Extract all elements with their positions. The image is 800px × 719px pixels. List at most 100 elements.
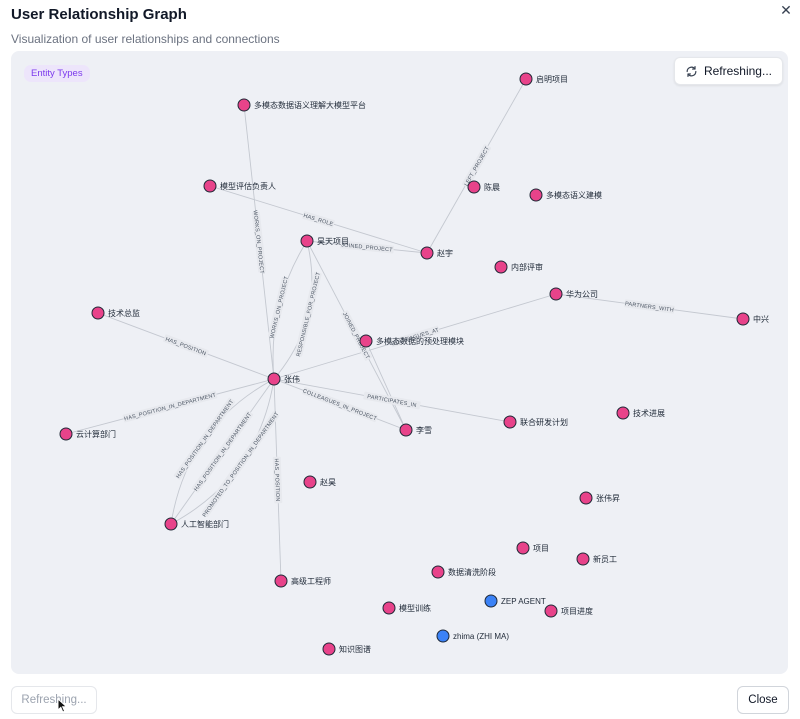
node-circle[interactable] [484, 594, 498, 608]
node-circle[interactable] [579, 491, 593, 505]
node-label: 赵宇 [437, 248, 453, 258]
node-circle[interactable] [736, 312, 750, 326]
edge-label: RESPONSIBLE_FOR_PROJECT [294, 271, 322, 357]
refresh-button[interactable]: Refreshing... [673, 57, 783, 85]
graph-node[interactable]: 知识图谱 [322, 642, 371, 656]
node-circle[interactable] [529, 188, 543, 202]
node-label: 多模态语义建模 [546, 190, 602, 200]
graph-node[interactable]: 模型评估负责人 [203, 179, 276, 193]
node-circle[interactable] [164, 517, 178, 531]
node-circle[interactable] [616, 406, 630, 420]
graph-node[interactable]: 模型训练 [382, 601, 431, 615]
node-circle[interactable] [549, 287, 563, 301]
node-label: zhima (ZHI MA) [453, 632, 509, 641]
node-label: 知识图谱 [339, 644, 371, 654]
refresh-icon [686, 65, 697, 77]
graph-node[interactable]: 李雪 [399, 423, 432, 437]
node-circle[interactable] [576, 552, 590, 566]
edge-label: HAS_POSITION [163, 334, 209, 358]
node-label: 李雪 [416, 425, 432, 435]
node-circle[interactable] [544, 604, 558, 618]
graph-node[interactable]: 赵昊 [303, 475, 336, 489]
node-label: ZEP AGENT [501, 597, 546, 606]
node-circle[interactable] [516, 541, 530, 555]
graph-node[interactable]: 多模态数据语义理解大模型平台 [237, 98, 366, 112]
close-icon[interactable]: ✕ [778, 2, 794, 18]
graph-node[interactable]: 赵宇 [420, 246, 453, 260]
graph-node[interactable]: 中兴 [736, 312, 769, 326]
graph-node[interactable]: 高级工程师 [274, 574, 331, 588]
node-circle[interactable] [359, 334, 373, 348]
node-label: 联合研发计划 [520, 417, 568, 427]
entity-types-badge[interactable]: Entity Types [24, 65, 90, 82]
nodes-layer: 启明项目多模态数据语义理解大模型平台模型评估负责人 陈晨多模态语义建模昊天项目赵宇… [59, 72, 769, 656]
graph-node[interactable]: 昊天项目 [300, 234, 349, 248]
node-circle[interactable] [382, 601, 396, 615]
node-label: 启明项目 [536, 74, 568, 84]
graph-node[interactable]: 启明项目 [519, 72, 568, 86]
edge-label-text: WORKS_ON_PROJECT [269, 275, 290, 339]
graph-node[interactable]: 技术总监 [91, 306, 140, 320]
edge-label: HAS_ROLE [302, 211, 335, 228]
node-circle[interactable] [59, 427, 73, 441]
node-circle[interactable] [420, 246, 434, 260]
node-circle[interactable] [519, 72, 533, 86]
graph-node[interactable]: zhima (ZHI MA) [436, 629, 509, 643]
node-circle[interactable] [267, 372, 281, 386]
graph-node[interactable]: 内部评审 [494, 260, 543, 274]
node-label: 人工智能部门 [181, 519, 229, 529]
node-label: 云计算部门 [76, 429, 116, 439]
node-label: 张伟 [284, 374, 300, 384]
close-button[interactable]: Close [737, 686, 789, 714]
node-circle[interactable] [274, 574, 288, 588]
node-label: 张伟昇 [596, 493, 620, 503]
graph-node[interactable]: 人工智能部门 [164, 517, 229, 531]
edge-label: WORKS_ON_PROJECT [252, 210, 267, 275]
node-circle[interactable] [237, 98, 251, 112]
graph-node[interactable]: 项目 [516, 541, 549, 555]
node-label: 模型训练 [399, 603, 431, 613]
node-circle[interactable] [494, 260, 508, 274]
node-circle[interactable] [91, 306, 105, 320]
graph-node[interactable]: 多模态数据的预处理模块 [359, 334, 464, 348]
node-label: 陈晨 [484, 182, 500, 192]
graph-node[interactable]: 多模态语义建模 [529, 188, 602, 202]
node-circle[interactable] [431, 565, 445, 579]
graph-node[interactable]: 新员工 [576, 552, 617, 566]
graph-node[interactable]: 数据清洗阶段 [431, 565, 496, 579]
node-label: 多模态数据的预处理模块 [376, 336, 464, 346]
node-label: 华为公司 [566, 289, 598, 299]
graph-node[interactable]: ZEP AGENT [484, 594, 546, 608]
graph-node[interactable]: 技术进展 [616, 406, 665, 420]
node-label: 中兴 [753, 314, 769, 324]
footer-refresh-button[interactable]: Refreshing... [11, 686, 97, 714]
node-label: 数据清洗阶段 [448, 567, 496, 577]
node-label: 新员工 [593, 554, 617, 564]
node-circle[interactable] [436, 629, 450, 643]
graph-node[interactable]: 云计算部门 [59, 427, 116, 441]
graph-svg[interactable]: LEFT_PROJECTHAS_ROLEJOINED_PROJECTWORKS_… [11, 51, 788, 674]
refresh-button-label: Refreshing... [703, 64, 772, 78]
edge-label: HAS_POSITION_IN_DEPARTMENT [191, 410, 253, 493]
node-circle[interactable] [303, 475, 317, 489]
node-circle[interactable] [503, 415, 517, 429]
edge-label: PARTICIPATES_IN [363, 391, 421, 410]
node-circle[interactable] [300, 234, 314, 248]
graph-node[interactable]: 陈晨 [467, 180, 500, 194]
dialog-subtitle: Visualization of user relationships and … [11, 32, 280, 46]
graph-node[interactable]: 华为公司 [549, 287, 598, 301]
edge-label-text: RESPONSIBLE_FOR_PROJECT [296, 271, 322, 357]
node-circle[interactable] [467, 180, 481, 194]
graph-node[interactable]: 张伟昇 [579, 491, 620, 505]
node-circle[interactable] [322, 642, 336, 656]
node-label: 技术进展 [633, 408, 665, 418]
node-circle[interactable] [399, 423, 413, 437]
dialog-header: User Relationship Graph Visualization of… [11, 6, 280, 46]
node-circle[interactable] [203, 179, 217, 193]
graph-canvas[interactable]: LEFT_PROJECT HAS_ROLE JOINED_PROJECT WORKS_… [11, 51, 788, 674]
node-label: 赵昊 [320, 477, 336, 487]
graph-node[interactable]: 联合研发计划 [503, 415, 568, 429]
graph-node[interactable]: 项目进度 [544, 604, 593, 618]
graph-node[interactable]: 张伟 [267, 372, 300, 386]
node-label: 技术总监 [108, 308, 140, 318]
